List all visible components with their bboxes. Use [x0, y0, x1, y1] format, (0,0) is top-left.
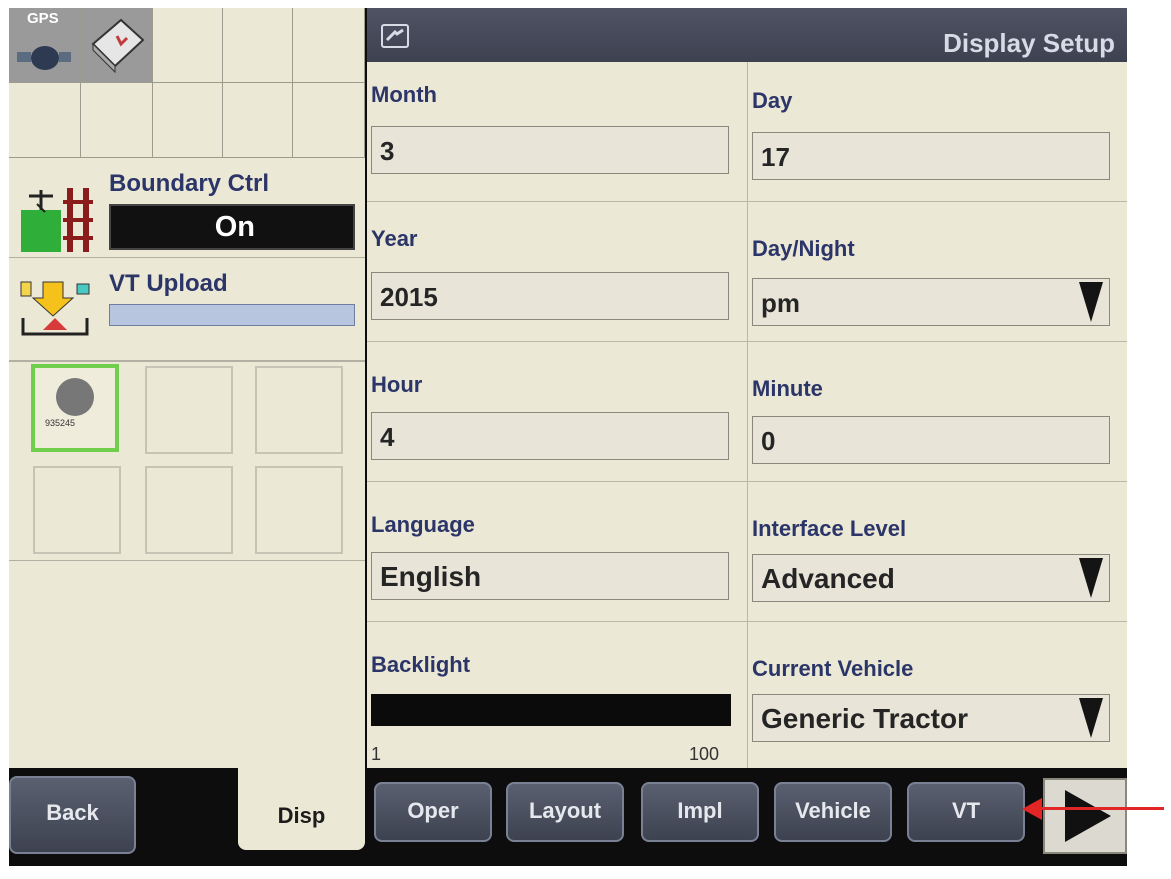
day-night-group: Day/Night pm	[747, 202, 1127, 342]
display-setup-form: Month 3 Day 17 Year 2015 Day/Night pm Ho…	[367, 62, 1127, 768]
form-row: Year 2015 Day/Night pm	[367, 202, 1127, 342]
hour-group: Hour 4	[367, 342, 747, 482]
grid-cell[interactable]	[223, 83, 293, 158]
dropdown-arrow-icon[interactable]	[1073, 279, 1109, 325]
day-group: Day 17	[747, 62, 1127, 202]
implement-slot-active[interactable]: 935245	[31, 364, 119, 452]
top-grid: GPS	[9, 8, 365, 158]
year-label: Year	[371, 226, 418, 251]
current-vehicle-dropdown[interactable]: Generic Tractor	[752, 694, 1110, 742]
hour-label: Hour	[371, 372, 423, 397]
day-night-value: pm	[761, 288, 800, 318]
display-screen: GPS Boundary Ctrl On VT Upload 935245 Di…	[9, 8, 1127, 866]
left-panel: GPS Boundary Ctrl On VT Upload 935245	[9, 8, 365, 768]
month-group: Month 3	[367, 62, 747, 202]
year-group: Year 2015	[367, 202, 747, 342]
grid-cell[interactable]	[153, 83, 223, 158]
implement-icon	[56, 378, 94, 416]
tab-vehicle[interactable]: Vehicle	[774, 782, 892, 842]
implement-slot[interactable]	[145, 366, 233, 454]
dropdown-arrow-icon[interactable]	[1073, 695, 1109, 741]
vt-upload-progress-bar	[109, 304, 355, 326]
grid-cell[interactable]	[223, 8, 293, 83]
annotation-arrow-line	[1036, 807, 1164, 810]
setup-icon[interactable]	[381, 24, 409, 48]
boundary-status-value: On	[109, 204, 355, 250]
tab-vt[interactable]: VT	[907, 782, 1025, 842]
minute-group: Minute 0	[747, 342, 1127, 482]
month-label: Month	[371, 82, 437, 107]
slot-label: 935245	[45, 418, 76, 428]
grid-cell[interactable]	[81, 83, 153, 158]
boundary-ctrl-label: Boundary Ctrl	[109, 170, 270, 197]
interface-level-label: Interface Level	[752, 516, 907, 541]
minute-label: Minute	[752, 376, 823, 401]
day-night-label: Day/Night	[752, 236, 855, 261]
backlight-slider[interactable]	[371, 694, 731, 726]
grid-cell[interactable]	[293, 83, 365, 158]
next-arrow-icon	[1065, 790, 1111, 842]
vt-upload-section[interactable]: VT Upload	[9, 258, 365, 358]
implement-slot[interactable]	[255, 466, 343, 554]
year-field[interactable]: 2015	[371, 272, 729, 320]
gps-cell[interactable]: GPS	[9, 8, 81, 83]
backlight-max-label: 100	[689, 744, 720, 764]
month-field[interactable]: 3	[371, 126, 729, 174]
implement-slot[interactable]	[255, 366, 343, 454]
page-title: Display Setup	[943, 28, 1115, 58]
form-row: Hour 4 Minute 0	[367, 342, 1127, 482]
interface-level-value: Advanced	[761, 563, 895, 594]
backlight-label: Backlight	[371, 652, 471, 677]
gps-satellite-icon	[17, 46, 71, 70]
boundary-field-icon	[21, 188, 93, 252]
day-night-dropdown[interactable]: pm	[752, 278, 1110, 326]
implement-slot[interactable]	[33, 466, 121, 554]
day-label: Day	[752, 88, 793, 113]
tab-layout[interactable]: Layout	[506, 782, 624, 842]
grid-cell[interactable]	[293, 8, 365, 83]
vt-upload-label: VT Upload	[109, 270, 228, 297]
grid-cell[interactable]	[9, 83, 81, 158]
next-page-button[interactable]	[1043, 778, 1127, 854]
implement-slot[interactable]	[145, 466, 233, 554]
hour-field[interactable]: 4	[371, 412, 729, 460]
title-bar: Display Setup	[367, 8, 1127, 62]
minute-field[interactable]: 0	[752, 416, 1110, 464]
backlight-group: Backlight 1 100	[367, 622, 747, 768]
language-label: Language	[371, 512, 475, 537]
form-row: Backlight 1 100 Current Vehicle Generic …	[367, 622, 1127, 768]
gps-label: GPS	[27, 10, 59, 27]
divider	[9, 360, 365, 362]
current-vehicle-value: Generic Tractor	[761, 703, 968, 734]
divider	[9, 560, 365, 561]
current-vehicle-label: Current Vehicle	[752, 656, 914, 681]
tab-impl[interactable]: Impl	[641, 782, 759, 842]
current-vehicle-group: Current Vehicle Generic Tractor	[747, 622, 1127, 768]
interface-level-dropdown[interactable]: Advanced	[752, 554, 1110, 602]
form-row: Language English Interface Level Advance…	[367, 482, 1127, 622]
grid-cell[interactable]	[153, 8, 223, 83]
bottom-nav: Back Disp Oper Layout Impl Vehicle VT	[9, 768, 1127, 866]
boundary-ctrl-section[interactable]: Boundary Ctrl On	[9, 158, 365, 258]
language-field[interactable]: English	[371, 552, 729, 600]
back-button[interactable]: Back	[9, 776, 136, 854]
annotation-arrow-icon	[1022, 798, 1042, 820]
tab-oper[interactable]: Oper	[374, 782, 492, 842]
interface-level-group: Interface Level Advanced	[747, 482, 1127, 622]
dropdown-arrow-icon[interactable]	[1073, 555, 1109, 601]
day-field[interactable]: 17	[752, 132, 1110, 180]
vt-upload-icon	[20, 281, 90, 336]
backlight-min-label: 1	[371, 744, 382, 764]
tab-disp[interactable]: Disp	[238, 768, 365, 850]
language-group: Language English	[367, 482, 747, 622]
book-icon	[91, 18, 145, 74]
task-book-cell[interactable]	[81, 8, 153, 83]
form-row: Month 3 Day 17	[367, 62, 1127, 202]
